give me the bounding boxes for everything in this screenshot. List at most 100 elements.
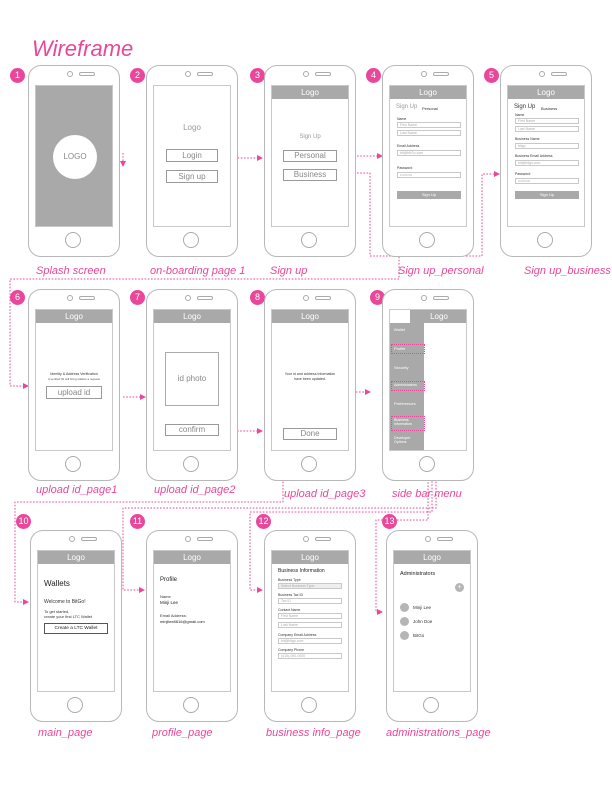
home-button-icon[interactable] (183, 232, 199, 248)
phone-profile: Logo Profile Name Minji Lee Email Addres… (146, 530, 238, 722)
signup-button[interactable]: Sign up (166, 170, 218, 183)
welcome-text: Welcome to BitGo! (44, 599, 86, 605)
step-badge-8: 8 (250, 290, 265, 305)
done-button[interactable]: Done (283, 428, 337, 440)
login-button[interactable]: Login (166, 149, 218, 162)
home-button-icon[interactable] (65, 456, 81, 472)
profile-name-label: Name (160, 594, 171, 599)
administrators-screen: Logo Administrators + Minji Lee John Doe… (393, 550, 471, 692)
personal-button[interactable]: Personal (283, 150, 337, 162)
password-input[interactable]: •••••••••• (397, 172, 461, 178)
signup-submit-button[interactable]: Sign Up (397, 191, 461, 199)
first-name-input[interactable]: First Name (397, 122, 461, 128)
caption-signup: Sign up (270, 265, 308, 277)
caption-business-info: business info_page (266, 727, 361, 739)
last-name-input[interactable]: Last Name (397, 130, 461, 136)
signup-personal-screen: Logo Sign Up Personal Name First Name La… (389, 85, 467, 227)
home-button-icon[interactable] (67, 697, 83, 713)
business-type-select[interactable]: Select Business Type (278, 583, 342, 589)
create-ltc-wallet-button[interactable]: Create a LTC Wallet (44, 623, 108, 634)
business-email-input[interactable]: bit@bitgo.com (515, 160, 579, 166)
upload-id-3-screen: Logo Your id and address information hav… (271, 309, 349, 451)
phone-splash: LOGO (28, 65, 120, 257)
caption-signup-business: Sign up_business (524, 265, 611, 277)
caption-upload-id-2: upload id_page2 (154, 484, 236, 496)
signup-screen: Logo Sign Up Personal Business (271, 85, 349, 227)
logo-bar: Logo (38, 551, 114, 564)
first-name-input[interactable]: First Name (515, 118, 579, 124)
main-screen: Logo Wallets Welcome to BitGo! To get st… (37, 550, 115, 692)
home-button-icon[interactable] (537, 232, 553, 248)
company-email-input[interactable]: bit@bitgo.com (278, 638, 342, 644)
home-button-icon[interactable] (301, 456, 317, 472)
sidebar-item-security[interactable]: Security (394, 365, 408, 370)
admin-name[interactable]: Minji Lee (413, 605, 431, 610)
profile-screen: Logo Profile Name Minji Lee Email Addres… (153, 550, 231, 692)
step-badge-6: 6 (10, 290, 25, 305)
phone-business-info: Logo Business Information Business Type … (264, 530, 356, 722)
step-badge-13: 13 (382, 514, 397, 529)
admin-name[interactable]: BitGo (413, 633, 424, 638)
phone-signup-business: Logo Sign Up Business Name First Name La… (500, 65, 592, 257)
home-button-icon[interactable] (419, 456, 435, 472)
add-admin-icon[interactable]: + (455, 583, 464, 592)
phone-upload-id-1: Logo Identity & Address Verification A v… (28, 289, 120, 481)
signup-submit-button[interactable]: Sign Up (515, 191, 579, 199)
administrators-heading: Administrators (400, 571, 436, 577)
caption-main: main_page (38, 727, 93, 739)
wallets-heading: Wallets (44, 579, 70, 588)
contact-last-name-input[interactable]: Last Name (278, 622, 342, 628)
business-button[interactable]: Business (283, 169, 337, 181)
get-started-line2: create your first LTC Wallet (44, 614, 93, 619)
phone-administrators: Logo Administrators + Minji Lee John Doe… (386, 530, 478, 722)
sidebar-screen: Logo Wallet Profile Security Administrat… (389, 309, 467, 451)
company-phone-input[interactable]: (415)-000-0000 (278, 653, 342, 659)
business-email-label: Business Email Address (515, 154, 553, 158)
sidebar-item-wallet[interactable]: Wallet (394, 327, 405, 332)
admin-name[interactable]: John Doe (413, 619, 432, 624)
last-name-input[interactable]: Last Name (515, 126, 579, 132)
step-badge-4: 4 (366, 68, 381, 83)
verification-title: Identity & Address Verification (50, 372, 98, 376)
caption-sidebar: side bar menu (392, 488, 462, 500)
business-name-input[interactable]: bitgo (515, 143, 579, 149)
step-badge-3: 3 (250, 68, 265, 83)
home-button-icon[interactable] (419, 232, 435, 248)
update-message-line2: have been updated. (294, 377, 326, 381)
tax-id-input[interactable]: Tax ID (278, 598, 342, 604)
sidebar-item-developer-options[interactable]: Developer Options (394, 436, 422, 444)
onboarding-screen: Logo Login Sign up (153, 85, 231, 227)
logo-bar: Logo (154, 551, 230, 564)
step-badge-5: 5 (484, 68, 499, 83)
signup-heading: Sign Up (396, 104, 418, 110)
phone-signup: Logo Sign Up Personal Business (264, 65, 356, 257)
id-photo-placeholder[interactable]: id photo (165, 352, 219, 406)
home-button-icon[interactable] (423, 697, 439, 713)
caption-onboarding: on-boarding page 1 (150, 265, 246, 277)
confirm-button[interactable]: confirm (165, 424, 219, 436)
company-phone-label: Company Phone (278, 648, 305, 652)
logo-bar: Logo (272, 86, 348, 99)
avatar (400, 631, 409, 640)
home-button-icon[interactable] (301, 232, 317, 248)
home-button-icon[interactable] (301, 697, 317, 713)
home-button-icon[interactable] (65, 232, 81, 248)
password-input[interactable]: •••••••••• (515, 178, 579, 184)
upload-id-button[interactable]: upload id (46, 386, 102, 399)
home-button-icon[interactable] (183, 697, 199, 713)
sidebar-menu: Wallet Profile Security Administrators P… (390, 323, 425, 450)
email-input[interactable]: bit@bitGo.com (397, 150, 461, 156)
logo-bar: Logo (36, 310, 112, 323)
company-email-label: Company Email Address (278, 633, 317, 637)
step-badge-12: 12 (256, 514, 271, 529)
home-button-icon[interactable] (183, 456, 199, 472)
step-badge-1: 1 (10, 68, 25, 83)
caption-upload-id-1: upload id_page1 (36, 484, 118, 496)
signup-sub: Personal (422, 105, 438, 111)
contact-first-name-input[interactable]: First Name (278, 613, 342, 619)
onboarding-logo: Logo (183, 123, 201, 132)
sidebar-item-preferences[interactable]: Preferences (394, 401, 416, 406)
step-badge-11: 11 (130, 514, 145, 529)
phone-upload-id-2: Logo id photo confirm (146, 289, 238, 481)
profile-heading: Profile (160, 577, 178, 583)
